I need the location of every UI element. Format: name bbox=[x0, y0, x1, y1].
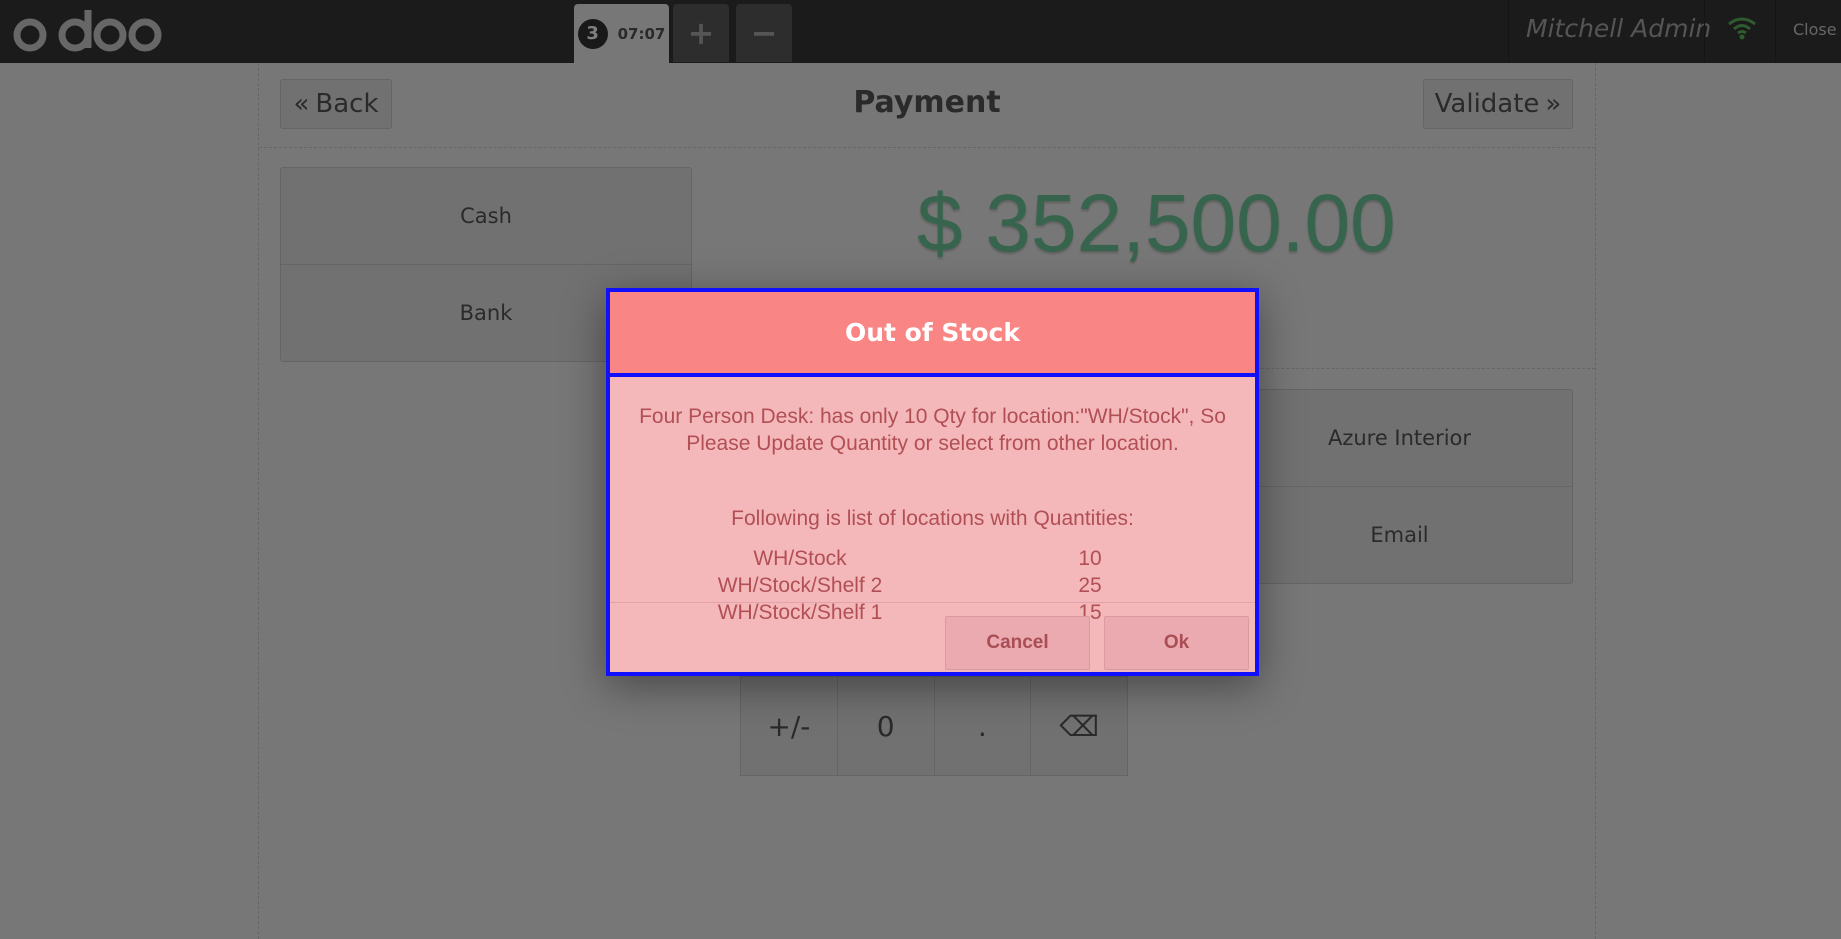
dialog-message: Four Person Desk: has only 10 Qty for lo… bbox=[639, 405, 1226, 455]
ok-button[interactable]: Ok bbox=[1104, 616, 1249, 670]
location-qty: 10 bbox=[1078, 547, 1102, 570]
location-name: WH/Stock bbox=[753, 547, 847, 570]
location-name: WH/Stock/Shelf 2 bbox=[717, 574, 883, 597]
location-row: WH/Stock/Shelf 2 25 bbox=[610, 572, 1255, 599]
location-row: WH/Stock 10 bbox=[610, 545, 1255, 572]
cancel-button[interactable]: Cancel bbox=[945, 616, 1090, 670]
dialog-subtitle: Following is list of locations with Quan… bbox=[731, 507, 1134, 530]
location-name: WH/Stock/Shelf 1 bbox=[717, 601, 883, 624]
out-of-stock-dialog: Out of Stock Four Person Desk: has only … bbox=[606, 288, 1259, 676]
location-qty: 25 bbox=[1078, 574, 1102, 597]
dialog-title: Out of Stock bbox=[610, 292, 1255, 377]
